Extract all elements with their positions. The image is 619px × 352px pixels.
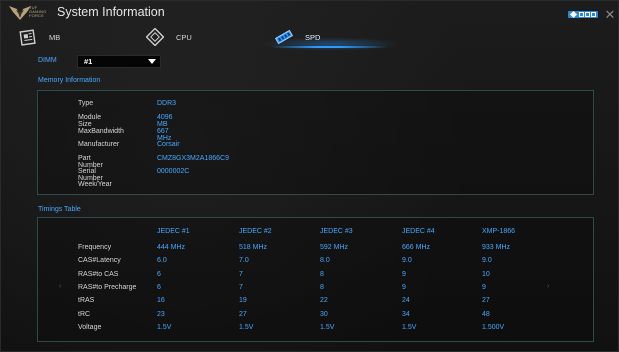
timing-column-header: XMP-1866 <box>482 228 516 235</box>
memory-key: Module Size <box>78 114 101 128</box>
memory-key: Type <box>78 100 94 107</box>
timing-cell: 8 <box>320 271 324 278</box>
timing-cell: 1.500V <box>482 324 505 331</box>
cpu-icon <box>146 28 164 46</box>
active-tab-indicator <box>271 46 387 48</box>
timing-cell: 666 MHz <box>402 244 431 251</box>
timing-cell: 1.5V <box>239 324 254 331</box>
timing-column-header: JEDEC #3 <box>320 228 353 235</box>
timings-table-panel <box>37 217 594 342</box>
scroll-left-icon[interactable]: ‹ <box>59 283 61 290</box>
timing-row-label: CAS#Latency <box>78 257 121 264</box>
timing-cell: 8.0 <box>320 257 330 264</box>
timing-cell: 9 <box>402 284 406 291</box>
timings-table-label: Timings Table <box>38 206 81 213</box>
timing-column-header: JEDEC #1 <box>157 228 190 235</box>
timing-cell: 30 <box>320 311 328 318</box>
timing-cell: 444 MHz <box>157 244 186 251</box>
timing-cell: 34 <box>402 311 410 318</box>
tab-label: CPU <box>176 32 192 42</box>
timing-row-label: RAS#to CAS <box>78 271 119 278</box>
timing-cell: 23 <box>157 311 165 318</box>
timing-cell: 27 <box>239 311 247 318</box>
timing-row-label: tRAS <box>78 297 95 304</box>
window-title: System Information <box>57 5 165 19</box>
timing-cell: 1.5V <box>320 324 335 331</box>
memory-value: 4096 MB <box>157 114 173 128</box>
timing-cell: 7 <box>239 271 243 278</box>
memory-key: MaxBandwidth <box>78 128 124 135</box>
timing-cell: 24 <box>402 297 410 304</box>
timing-column-header: JEDEC #4 <box>402 228 435 235</box>
scroll-right-icon[interactable]: › <box>547 283 549 290</box>
memory-key: Manufacturer <box>78 141 120 148</box>
grid-square-icon <box>585 11 590 17</box>
active-tab-glow <box>261 37 401 51</box>
timing-cell: 7 <box>239 284 243 291</box>
timing-cell: 9 <box>482 284 486 291</box>
motherboard-icon <box>19 29 36 46</box>
memory-value: 0000002C <box>157 168 190 175</box>
window-controls: ✕ <box>568 7 616 21</box>
grid-square-icon <box>579 11 584 17</box>
timing-cell: 27 <box>482 297 490 304</box>
title-bar: TUF GAMING FORCE System Information ✕ <box>1 1 619 23</box>
tab-cpu[interactable]: CPU <box>146 25 192 49</box>
timing-cell: 8 <box>320 284 324 291</box>
timing-cell: 6.0 <box>157 257 167 264</box>
memory-value: Corsair <box>157 141 180 148</box>
timing-column-header: JEDEC #2 <box>239 228 272 235</box>
timing-row-label: RAS#to Precharge <box>78 284 137 291</box>
timing-cell: 1.5V <box>157 324 172 331</box>
timing-cell: 16 <box>157 297 165 304</box>
timing-cell: 7.0 <box>239 257 249 264</box>
timing-cell: 22 <box>320 297 328 304</box>
timing-cell: 6 <box>157 284 161 291</box>
diamond-icon <box>569 10 578 18</box>
layout-grid-button[interactable] <box>568 10 598 18</box>
timing-cell: 48 <box>482 311 490 318</box>
dimm-selected-value: #1 <box>84 57 93 66</box>
logo-text: TUF GAMING FORCE <box>29 5 47 18</box>
memory-information-panel <box>37 90 594 195</box>
tab-label: MB <box>49 32 61 42</box>
timing-cell: 9.0 <box>402 257 412 264</box>
timing-cell: 9.0 <box>482 257 492 264</box>
dimm-dropdown[interactable]: #1 <box>77 55 161 68</box>
dimm-label: DIMM <box>38 57 57 64</box>
grid-square-icon <box>591 11 596 17</box>
memory-value: DDR3 <box>157 100 177 107</box>
timing-cell: 518 MHz <box>239 244 268 251</box>
system-information-window: TUF GAMING FORCE System Information ✕ MB… <box>0 0 619 352</box>
timing-cell: 933 MHz <box>482 244 511 251</box>
close-icon[interactable]: ✕ <box>604 8 616 21</box>
memory-key: Part Number <box>78 155 103 169</box>
timing-row-label: Frequency <box>78 244 112 251</box>
timing-cell: 9 <box>402 271 406 278</box>
timing-row-label: tRC <box>78 311 91 318</box>
timing-cell: 10 <box>482 271 490 278</box>
timing-cell: 6 <box>157 271 161 278</box>
timing-cell: 592 MHz <box>320 244 349 251</box>
timing-row-label: Voltage <box>78 324 102 331</box>
timing-cell: 19 <box>239 297 247 304</box>
memory-value: 667 MHz <box>157 128 172 142</box>
timing-cell: 1.5V <box>402 324 417 331</box>
memory-value: CMZ8GX3M2A1866C9 <box>157 155 229 162</box>
memory-key: Week/Year <box>78 181 112 188</box>
memory-key: Serial Number <box>78 168 103 182</box>
tab-mb[interactable]: MB <box>19 25 60 49</box>
memory-information-label: Memory Information <box>38 77 101 84</box>
chevron-down-icon <box>148 59 156 64</box>
